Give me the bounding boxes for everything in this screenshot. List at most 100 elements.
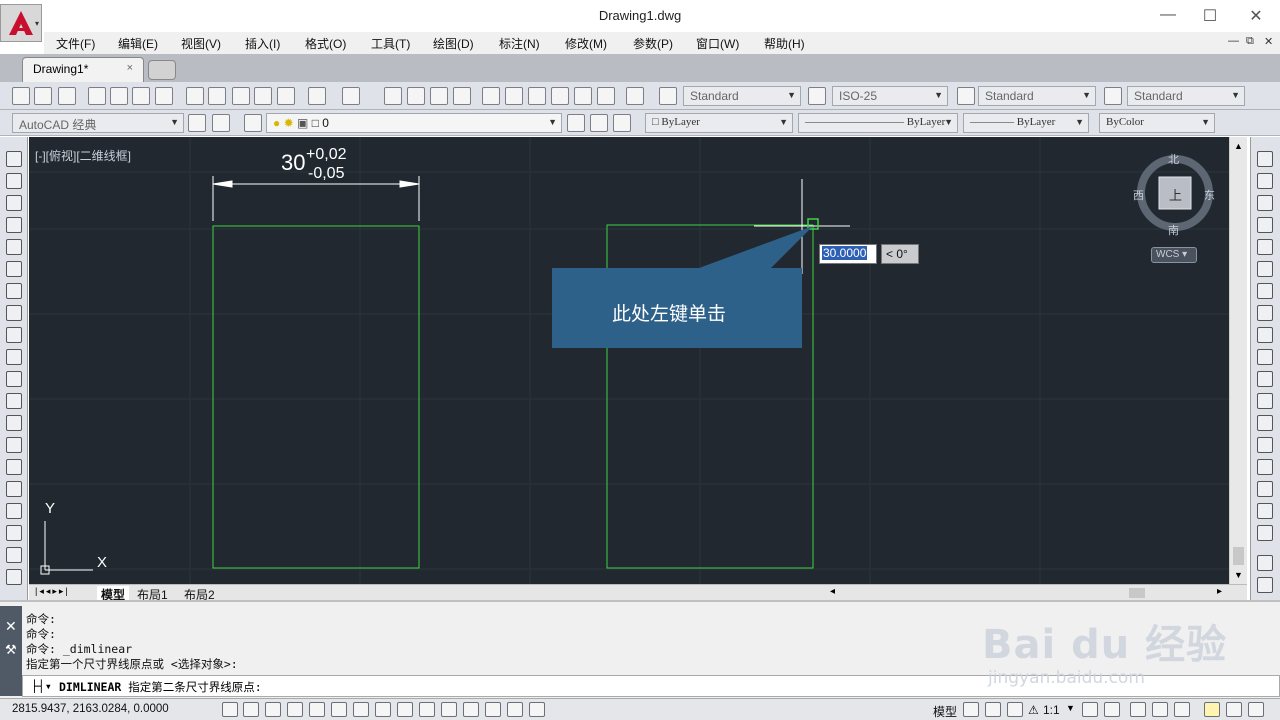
dim-style-select[interactable]: ISO-25 ▼ [832, 86, 948, 106]
multileader-style-select[interactable]: Standard ▼ [1127, 86, 1245, 106]
print-icon[interactable] [88, 87, 106, 105]
compass-north[interactable]: 北 [1168, 151, 1179, 167]
hardware-acceleration-icon[interactable] [1174, 702, 1190, 717]
menu-format[interactable]: 格式(O) [305, 35, 346, 52]
drawing-canvas[interactable]: [-][俯视][二维线框] 30 +0,02 -0,05 此处左键单击 30.0… [29, 137, 1229, 584]
arc-icon[interactable] [6, 261, 22, 277]
annotation-visibility-icon[interactable] [1082, 702, 1098, 717]
color-select[interactable]: □ ByLayer ▼ [645, 113, 793, 133]
undo-icon[interactable] [308, 87, 326, 105]
zoom-realtime-icon[interactable] [407, 87, 425, 105]
3d-print-icon[interactable] [155, 87, 173, 105]
publish-icon[interactable] [132, 87, 150, 105]
table-style-icon[interactable] [957, 87, 975, 105]
draw-order-icon[interactable] [1257, 555, 1273, 571]
break-icon[interactable] [1257, 415, 1273, 431]
menu-insert[interactable]: 插入(I) [245, 35, 280, 52]
doc-close-icon[interactable]: ✕ [1264, 35, 1273, 48]
break-at-point-icon[interactable] [1257, 393, 1273, 409]
mirror-icon[interactable] [1257, 195, 1273, 211]
infer-constraints-icon[interactable] [222, 702, 238, 717]
wcs-menu-button[interactable]: WCS ▾ [1151, 247, 1197, 263]
layer-properties-icon[interactable] [244, 114, 262, 132]
quick-view-layouts-icon[interactable] [963, 702, 979, 717]
close-icon[interactable]: ✕ [1244, 6, 1268, 26]
new-icon[interactable] [12, 87, 30, 105]
sheet-set-icon[interactable] [551, 87, 569, 105]
viewport-controls[interactable]: [-][俯视][二维线框] [35, 147, 131, 164]
calculator-icon[interactable] [597, 87, 615, 105]
scroll-down-icon[interactable]: ▼ [1234, 570, 1243, 580]
scroll-thumb[interactable] [1233, 547, 1244, 565]
tab-nav-icons[interactable]: |◂◂▸▸| [35, 586, 70, 597]
polyline-icon[interactable] [6, 195, 22, 211]
menu-file[interactable]: 文件(F) [56, 35, 95, 52]
menu-parametric[interactable]: 参数(P) [633, 35, 673, 52]
construction-line-icon[interactable] [6, 173, 22, 189]
command-window-handle[interactable]: ✕ ⚒ [0, 606, 22, 696]
text-style-select[interactable]: Standard ▼ [683, 86, 801, 106]
explode-icon[interactable] [1257, 525, 1273, 541]
quick-view-drawings-icon[interactable] [985, 702, 1001, 717]
scroll-left-icon[interactable]: ◂ [830, 586, 835, 597]
lock-ui-icon[interactable] [1152, 702, 1168, 717]
coordinate-readout[interactable]: 2815.9437, 2163.0284, 0.0000 [12, 703, 169, 715]
markup-icon[interactable] [574, 87, 592, 105]
offset-icon[interactable] [1257, 217, 1273, 233]
menu-draw[interactable]: 绘图(D) [433, 35, 474, 52]
circle-icon[interactable] [6, 283, 22, 299]
draw-order-back-icon[interactable] [1257, 577, 1273, 593]
copy-object-icon[interactable] [1257, 173, 1273, 189]
compass-east[interactable]: 东 [1204, 187, 1215, 203]
status-bar-menu-icon[interactable] [1226, 702, 1242, 717]
compass-west[interactable]: 西 [1133, 187, 1144, 203]
match-properties-icon[interactable] [277, 87, 295, 105]
scale-icon[interactable] [1257, 305, 1273, 321]
workspace-select[interactable]: AutoCAD 经典 ▼ [12, 113, 184, 133]
transparency-icon[interactable] [463, 702, 479, 717]
revision-cloud-icon[interactable] [6, 305, 22, 321]
point-icon[interactable] [6, 437, 22, 453]
gradient-icon[interactable] [6, 481, 22, 497]
pan-icon[interactable] [384, 87, 402, 105]
text-style-icon[interactable] [659, 87, 677, 105]
linetype-select[interactable]: ————————— ByLayer ▼ [798, 113, 958, 133]
erase-icon[interactable] [1257, 151, 1273, 167]
zoom-previous-icon[interactable] [453, 87, 471, 105]
pan-status-icon[interactable] [1007, 702, 1023, 717]
lineweight-select[interactable]: ———— ByLayer ▼ [963, 113, 1089, 133]
blend-curves-icon[interactable] [1257, 503, 1273, 519]
menu-view[interactable]: 视图(V) [181, 35, 221, 52]
paste-icon[interactable] [232, 87, 250, 105]
chamfer-icon[interactable] [1257, 459, 1273, 475]
ellipse-arc-icon[interactable] [6, 371, 22, 387]
open-icon[interactable] [34, 87, 52, 105]
add-selected-icon[interactable] [6, 569, 22, 585]
menu-edit[interactable]: 编辑(E) [118, 35, 158, 52]
print-preview-icon[interactable] [110, 87, 128, 105]
vertical-scrollbar[interactable]: ▲ ▼ [1229, 137, 1247, 584]
cut-icon[interactable] [186, 87, 204, 105]
doc-restore-icon[interactable]: ⧉ [1246, 35, 1254, 48]
dim-style-icon[interactable] [808, 87, 826, 105]
table-icon[interactable] [6, 525, 22, 541]
layer-state-icon[interactable] [613, 114, 631, 132]
dynamic-angle-field[interactable]: < 0° [881, 244, 919, 264]
close-tab-icon[interactable]: × [127, 62, 133, 74]
minimize-icon[interactable]: — [1156, 6, 1180, 24]
join-icon[interactable] [1257, 437, 1273, 453]
rectangle-icon[interactable] [6, 239, 22, 255]
spline-icon[interactable] [6, 327, 22, 343]
tool-palettes-icon[interactable] [528, 87, 546, 105]
menu-tools[interactable]: 工具(T) [371, 35, 410, 52]
menu-modify[interactable]: 修改(M) [565, 35, 607, 52]
menu-window[interactable]: 窗口(W) [696, 35, 739, 52]
quick-properties-icon[interactable] [485, 702, 501, 717]
3d-object-snap-icon[interactable] [353, 702, 369, 717]
annotation-scale-icon[interactable]: ⚠ [1028, 703, 1039, 717]
hatch-icon[interactable] [6, 459, 22, 475]
rotate-icon[interactable] [1257, 283, 1273, 299]
polar-tracking-icon[interactable] [309, 702, 325, 717]
stretch-icon[interactable] [1257, 327, 1273, 343]
wrench-icon[interactable]: ⚒ [5, 642, 17, 658]
